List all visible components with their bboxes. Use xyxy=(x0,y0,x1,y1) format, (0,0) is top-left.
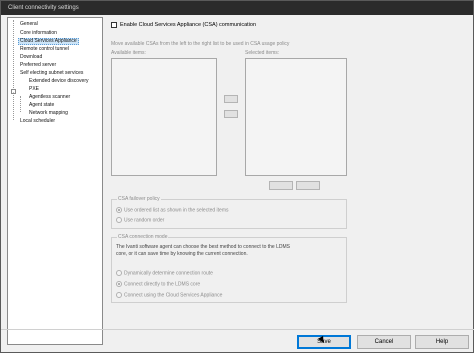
tree-item-agentless-scanner[interactable]: Agentless scanner xyxy=(28,94,71,101)
tree-item-core-information[interactable]: Core information xyxy=(19,30,58,37)
connection-direct-label: Connect directly to the LDMS core xyxy=(124,281,201,288)
tree-item-local-scheduler[interactable]: Local scheduler xyxy=(19,118,56,125)
selected-items-label: Selected items: xyxy=(245,50,280,56)
connection-mode-description-line1: The Ivanti software agent can choose the… xyxy=(116,244,290,250)
failover-random-option[interactable]: Use random order xyxy=(116,217,164,223)
tree-item-self-electing-subnet-services[interactable]: Self electing subnet services xyxy=(19,70,84,77)
connection-dynamic-label: Dynamically determine connection route xyxy=(124,270,213,277)
tree-item-download[interactable]: Download xyxy=(19,54,43,61)
tree-connector xyxy=(20,96,21,112)
enable-csa-checkbox[interactable] xyxy=(111,22,117,28)
csa-connection-mode-group-label: CSA connection mode xyxy=(117,234,169,240)
radio-unselected-icon[interactable] xyxy=(116,270,122,276)
tree-item-general[interactable]: General xyxy=(19,21,39,28)
failover-ordered-label: Use ordered list as shown in the selecte… xyxy=(124,207,229,214)
collapse-icon[interactable]: - xyxy=(11,89,16,94)
tree-item-network-mapping[interactable]: Network mapping xyxy=(28,110,69,117)
failover-random-label: Use random order xyxy=(124,217,165,224)
radio-selected-icon[interactable] xyxy=(116,207,122,213)
tree-item-extended-device-discovery[interactable]: Extended device discovery xyxy=(28,78,89,85)
move-up-button[interactable] xyxy=(269,181,293,190)
failover-ordered-option[interactable]: Use ordered list as shown in the selecte… xyxy=(116,207,229,213)
csa-settings-panel: Enable Cloud Services Appliance (CSA) co… xyxy=(108,17,468,347)
tree-item-agent-state[interactable]: Agent state xyxy=(28,102,55,109)
move-right-button[interactable] xyxy=(224,95,238,103)
tree-item-pxe[interactable]: PXE xyxy=(28,86,40,93)
tree-connector xyxy=(13,20,14,120)
window-title: Client connectivity settings xyxy=(1,1,473,15)
client-connectivity-settings-dialog: Client connectivity settings - General C… xyxy=(0,0,474,353)
connection-direct-option[interactable]: Connect directly to the LDMS core xyxy=(116,281,200,287)
csa-failover-group: CSA failover policy Use ordered list as … xyxy=(111,196,347,229)
available-items-list[interactable] xyxy=(111,58,217,176)
connection-csa-label: Connect using the Cloud Services Applian… xyxy=(124,292,223,299)
selected-items-list[interactable] xyxy=(245,58,347,176)
tree-item-remote-control-tunnel[interactable]: Remote control tunnel xyxy=(19,46,70,53)
csa-failover-group-label: CSA failover policy xyxy=(117,196,161,202)
connection-mode-description-line2: core, or it can save time by knowing the… xyxy=(116,251,248,257)
help-button[interactable]: Help xyxy=(415,335,469,349)
connection-csa-option[interactable]: Connect using the Cloud Services Applian… xyxy=(116,292,222,298)
radio-unselected-icon[interactable] xyxy=(116,217,122,223)
tree-item-cloud-services-appliance[interactable]: Cloud Services Appliance xyxy=(18,38,79,45)
csa-instructions: Move available CSAs from the left to the… xyxy=(111,41,290,47)
settings-tree[interactable]: - General Core information Cloud Service… xyxy=(7,17,103,345)
csa-connection-mode-group: CSA connection mode The Ivanti software … xyxy=(111,234,347,303)
connection-dynamic-option[interactable]: Dynamically determine connection route xyxy=(116,270,213,276)
footer-divider xyxy=(1,329,474,330)
radio-unselected-icon[interactable] xyxy=(116,292,122,298)
enable-csa-label: Enable Cloud Services Appliance (CSA) co… xyxy=(120,22,257,28)
available-items-label: Available items: xyxy=(111,50,146,56)
radio-selected-icon[interactable] xyxy=(116,281,122,287)
cancel-button[interactable]: Cancel xyxy=(357,335,411,349)
move-left-button[interactable] xyxy=(224,110,238,118)
move-down-button[interactable] xyxy=(296,181,320,190)
tree-item-preferred-server[interactable]: Preferred server xyxy=(19,62,57,69)
